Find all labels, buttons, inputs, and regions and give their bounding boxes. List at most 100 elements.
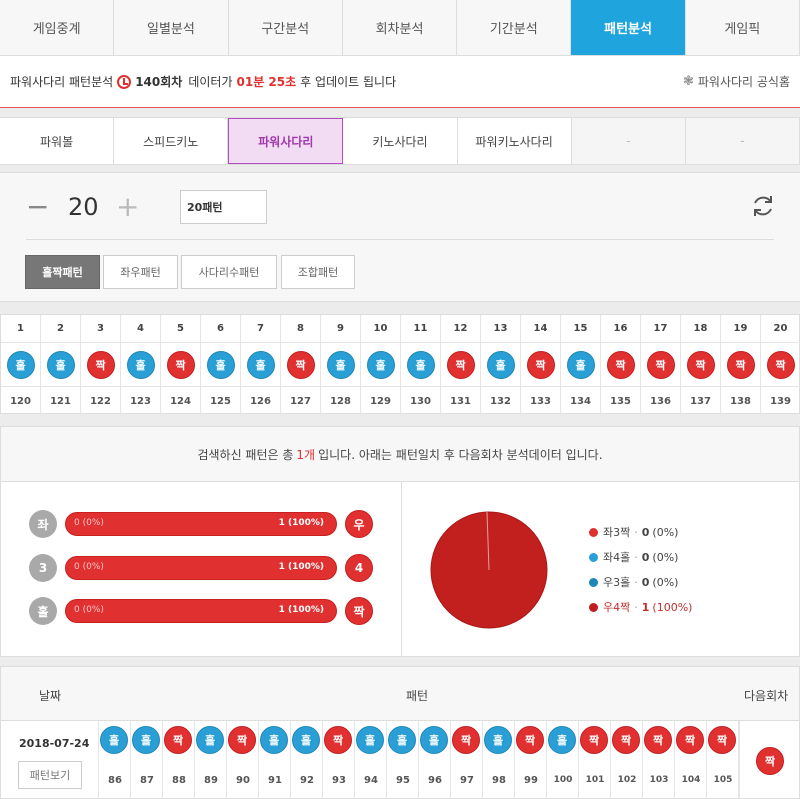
pattern-grid: 1 2 3 4 5 6 7 8 9 10 11 12 13 14 15 16 17 18 19 20 홀홀짝홀짝홀홀짝… xyxy=(0,314,800,415)
position-cell: 11 xyxy=(401,315,441,343)
next-result-ball: 짝 xyxy=(756,747,784,775)
position-cell: 20 xyxy=(761,315,800,343)
history-result-ball: 짝 xyxy=(612,726,640,754)
legend-value: 1 xyxy=(641,600,650,614)
position-cell: 2 xyxy=(41,315,81,343)
history-cell: 짝 97 xyxy=(451,721,483,799)
result-ball: 짝 xyxy=(606,350,635,379)
legend-item: 우3홀 · 0 (0%) xyxy=(589,574,678,590)
position-cell: 17 xyxy=(641,315,681,343)
legend-pct: (100%) xyxy=(652,600,693,614)
history-cell: 홀 87 xyxy=(131,721,163,799)
result-cell: 짝 xyxy=(281,343,321,387)
current-round: 140회차 xyxy=(135,75,183,89)
history-round: 90 xyxy=(236,775,250,786)
stat-left-label: 3 xyxy=(29,554,57,582)
main-nav: 게임중계 일별분석 구간분석 회차분석 기간분석 패턴분석 게임픽 xyxy=(0,0,800,56)
tab-speed-keno[interactable]: 스피드키노 xyxy=(114,118,229,164)
legend-pct: (0%) xyxy=(652,575,679,589)
tab-ladder-count-pattern[interactable]: 사다리수패턴 xyxy=(181,255,277,289)
tab-pattern-analysis[interactable]: 패턴분석 xyxy=(571,0,686,55)
tab-powerball[interactable]: 파워볼 xyxy=(0,118,115,164)
position-cell: 10 xyxy=(361,315,401,343)
round-cell: 134 xyxy=(561,387,601,415)
round-cell: 130 xyxy=(401,387,441,415)
result-cell: 홀 xyxy=(481,343,521,387)
tab-section-analysis[interactable]: 구간분석 xyxy=(229,0,343,55)
result-ball: 홀 xyxy=(126,350,155,379)
tab-game-broadcast[interactable]: 게임중계 xyxy=(0,0,115,55)
result-cell: 짝 xyxy=(441,343,481,387)
view-pattern-button[interactable]: 패턴보기 xyxy=(18,761,82,789)
result-cell: 짝 xyxy=(761,343,800,387)
update-timer: 01분 25초 xyxy=(236,75,297,89)
result-ball: 홀 xyxy=(326,350,355,379)
clock-icon xyxy=(117,74,132,89)
result-summary: 검색하신 패턴은 총 1개 입니다. 아래는 패턴일치 후 다음회차 분석데이터… xyxy=(0,426,800,482)
position-cell: 14 xyxy=(521,315,561,343)
stat-right-value: 1 (100%) xyxy=(278,562,324,572)
result-ball: 홀 xyxy=(406,350,435,379)
position-cell: 4 xyxy=(121,315,161,343)
tab-power-ladder[interactable]: 파워사다리 xyxy=(228,118,344,164)
increase-button[interactable]: + xyxy=(116,193,139,221)
history-result-ball: 홀 xyxy=(420,726,448,754)
legend-pct: (0%) xyxy=(652,525,679,539)
history-round: 99 xyxy=(524,775,538,786)
history-result-ball: 짝 xyxy=(516,726,544,754)
game-type-tabs: 파워볼 스피드키노 파워사다리 키노사다리 파워키노사다리 - - xyxy=(0,117,800,165)
tab-left-right-pattern[interactable]: 좌우패턴 xyxy=(103,255,178,289)
result-ball: 짝 xyxy=(686,350,715,379)
history-cell: 짝 93 xyxy=(323,721,355,799)
legend-item: 좌3짝 · 0 (0%) xyxy=(589,524,678,540)
history-result-ball: 짝 xyxy=(228,726,256,754)
history-cell: 홀 96 xyxy=(419,721,451,799)
result-row: 홀홀짝홀짝홀홀짝홀홀홀짝홀짝홀짝짝짝짝짝 xyxy=(1,343,800,387)
history-table: 날짜 패턴 다음회차 2018-07-24 패턴보기 홀 86 홀 87 짝 88 홀 89 짝… xyxy=(0,666,800,799)
legend-dot xyxy=(589,552,598,562)
stat-right-label: 짝 xyxy=(345,597,373,625)
refresh-icon[interactable] xyxy=(748,191,778,221)
decrease-button[interactable]: − xyxy=(26,193,49,221)
pattern-length-select[interactable]: 20패턴 xyxy=(180,190,267,224)
history-round: 91 xyxy=(268,775,282,786)
tab-daily-analysis[interactable]: 일별분석 xyxy=(114,0,229,55)
result-cell: 짝 xyxy=(681,343,721,387)
result-ball: 짝 xyxy=(726,350,755,379)
legend-value: 0 xyxy=(641,550,650,564)
history-result-ball: 짝 xyxy=(644,726,672,754)
page-title: 파워사다리 패턴분석 xyxy=(10,75,114,89)
tab-period-analysis[interactable]: 기간분석 xyxy=(457,0,572,55)
history-round: 103 xyxy=(649,775,669,785)
result-ball: 짝 xyxy=(526,350,555,379)
tab-round-analysis[interactable]: 회차분석 xyxy=(343,0,458,55)
history-round: 101 xyxy=(585,775,605,785)
legend-value: 0 xyxy=(641,525,650,539)
history-cell: 홀 89 xyxy=(195,721,227,799)
history-result-ball: 홀 xyxy=(260,726,288,754)
result-ball: 홀 xyxy=(6,350,35,379)
history-round: 100 xyxy=(553,775,573,785)
tab-power-keno-ladder[interactable]: 파워키노사다리 xyxy=(458,118,572,164)
header-pattern: 패턴 xyxy=(406,689,429,703)
stats-panel: 좌 0 (0%) 1 (100%) 우 3 0 (0%) 1 (100%) 4 … xyxy=(0,482,800,657)
position-cell: 13 xyxy=(481,315,521,343)
round-cell: 132 xyxy=(481,387,521,415)
position-row: 1 2 3 4 5 6 7 8 9 10 11 12 13 14 15 16 17 18 19 20 xyxy=(1,315,800,343)
history-header: 날짜 패턴 다음회차 xyxy=(1,667,799,721)
official-home-link[interactable]: ❃ 파워사다리 공식홈 xyxy=(683,73,790,90)
result-cell: 홀 xyxy=(241,343,281,387)
round-cell: 131 xyxy=(441,387,481,415)
stat-bar: 0 (0%) 1 (100%) xyxy=(65,556,337,580)
result-cell: 홀 xyxy=(561,343,601,387)
tab-game-pick[interactable]: 게임픽 xyxy=(686,0,800,55)
tab-odd-even-pattern[interactable]: 홀짝패턴 xyxy=(25,255,100,289)
tab-combo-pattern[interactable]: 조합패턴 xyxy=(281,255,355,289)
official-home-label: 파워사다리 공식홈 xyxy=(697,75,790,89)
legend-item: 우4짝 · 1 (100%) xyxy=(589,599,692,615)
history-cell: 홀 94 xyxy=(355,721,387,799)
history-round: 87 xyxy=(140,775,154,786)
stat-bar: 0 (0%) 1 (100%) xyxy=(65,512,337,536)
tab-keno-ladder[interactable]: 키노사다리 xyxy=(343,118,458,164)
position-cell: 7 xyxy=(241,315,281,343)
